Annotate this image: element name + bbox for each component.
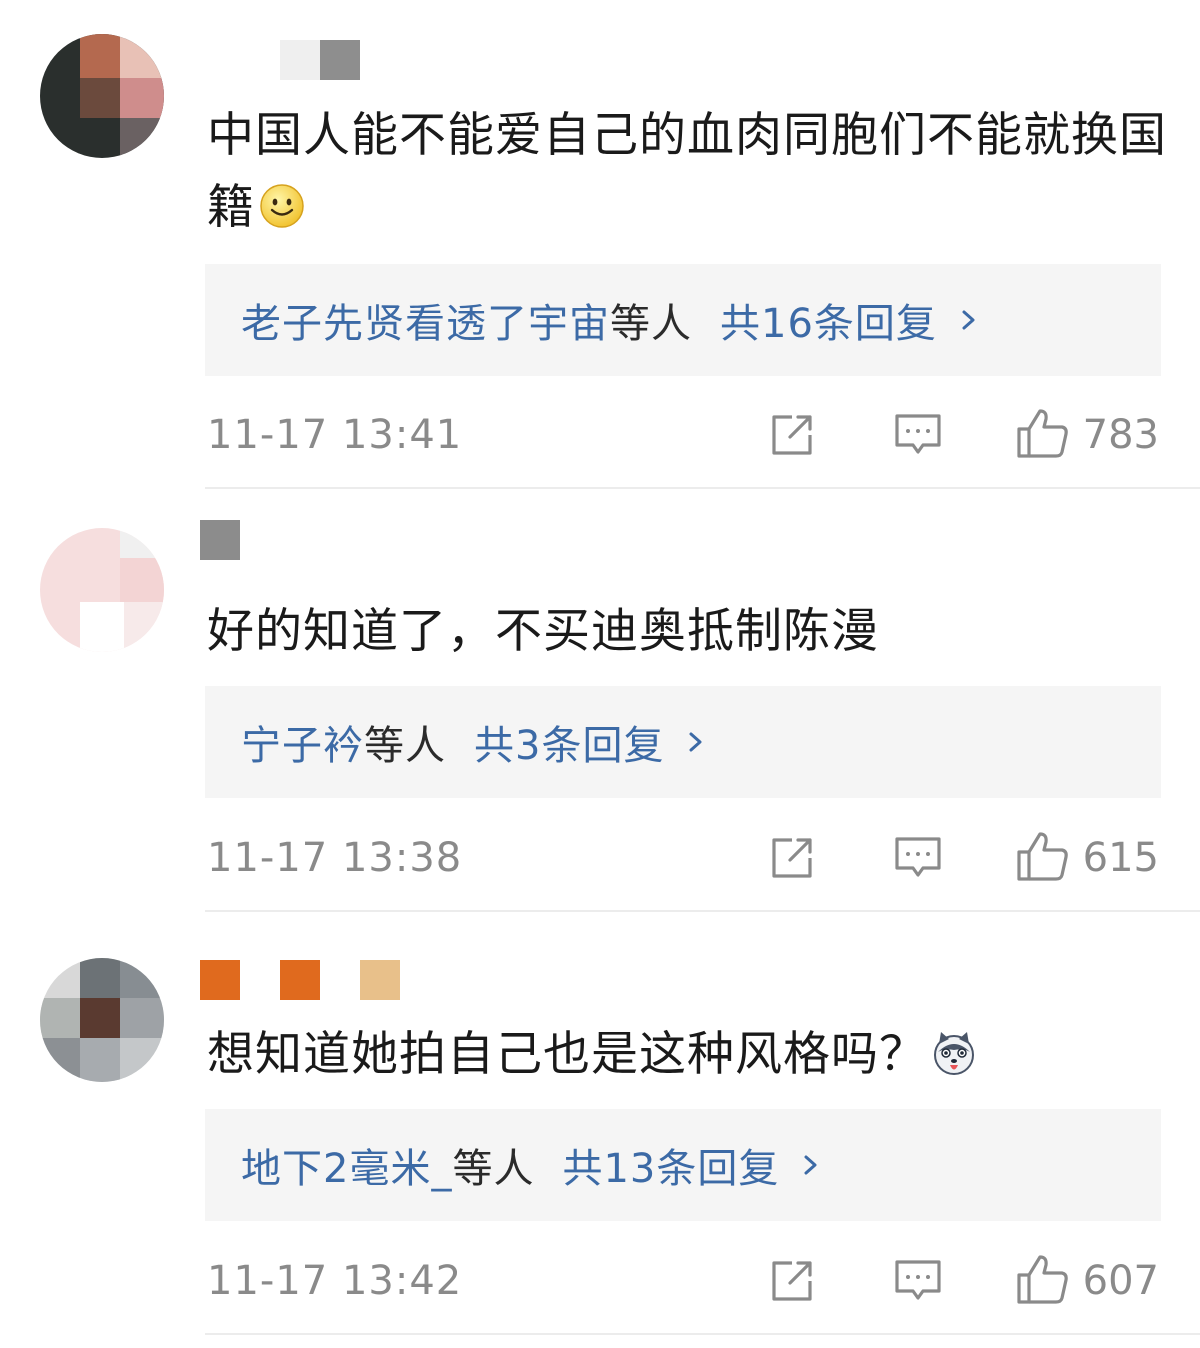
timestamp: 11-17 13:42 bbox=[207, 1258, 463, 1304]
reply-usernames[interactable]: 地下2毫米_ bbox=[241, 1136, 452, 1194]
chevron-right-icon bbox=[962, 310, 975, 330]
reply-usernames[interactable]: 老子先贤看透了宇宙 bbox=[241, 291, 610, 349]
comment-meta: 11-17 13:38 615 bbox=[205, 828, 1161, 888]
timestamp: 11-17 13:38 bbox=[207, 835, 463, 881]
comment-meta: 11-17 13:42 607 bbox=[205, 1251, 1161, 1311]
reply-count[interactable]: 共16条回复 bbox=[720, 291, 937, 349]
divider bbox=[205, 487, 1200, 489]
share-icon[interactable] bbox=[768, 834, 816, 882]
smile-emoji-icon bbox=[260, 184, 304, 228]
thumbs-up-icon[interactable] bbox=[1016, 407, 1070, 459]
reply-suffix: 等人 bbox=[452, 1146, 535, 1192]
share-icon[interactable] bbox=[768, 1257, 816, 1305]
reply-suffix: 等人 bbox=[364, 723, 446, 769]
thumbs-up-icon[interactable] bbox=[1016, 1253, 1070, 1305]
comment-meta: 11-17 13:41 783 bbox=[205, 405, 1161, 465]
reply-summary[interactable]: 地下2毫米_ 等人 共13条回复 bbox=[205, 1109, 1161, 1221]
avatar[interactable] bbox=[40, 958, 164, 1082]
reply-summary[interactable]: 老子先贤看透了宇宙 等人 共16条回复 bbox=[205, 264, 1161, 376]
comment-icon[interactable] bbox=[893, 834, 943, 882]
divider bbox=[205, 910, 1200, 912]
comment-text: 中国人能不能爱自己的血肉同胞们不能就换国籍 bbox=[207, 108, 1167, 235]
comment-icon[interactable] bbox=[893, 1257, 943, 1305]
chevron-right-icon bbox=[804, 1155, 817, 1175]
reply-suffix: 等人 bbox=[610, 301, 692, 347]
reply-usernames[interactable]: 宁子衿 bbox=[241, 713, 364, 771]
avatar[interactable] bbox=[40, 528, 164, 652]
divider bbox=[205, 1333, 1200, 1335]
share-icon[interactable] bbox=[768, 411, 816, 459]
reply-count[interactable]: 共3条回复 bbox=[474, 713, 664, 771]
comment-text: 想知道她拍自己也是这种风格吗？ bbox=[207, 1019, 1167, 1091]
comment-icon[interactable] bbox=[893, 411, 943, 459]
reply-count[interactable]: 共13条回复 bbox=[562, 1136, 779, 1194]
timestamp: 11-17 13:41 bbox=[207, 412, 463, 458]
thumbs-up-icon[interactable] bbox=[1016, 830, 1070, 882]
husky-emoji-icon bbox=[934, 1032, 974, 1075]
avatar[interactable] bbox=[40, 34, 164, 158]
reply-summary[interactable]: 宁子衿 等人 共3条回复 bbox=[205, 686, 1161, 798]
like-count: 783 bbox=[1082, 412, 1159, 458]
comment-text: 好的知道了，不买迪奥抵制陈漫 bbox=[207, 604, 879, 659]
like-count: 607 bbox=[1082, 1258, 1159, 1304]
chevron-right-icon bbox=[689, 732, 702, 752]
like-count: 615 bbox=[1082, 835, 1159, 881]
